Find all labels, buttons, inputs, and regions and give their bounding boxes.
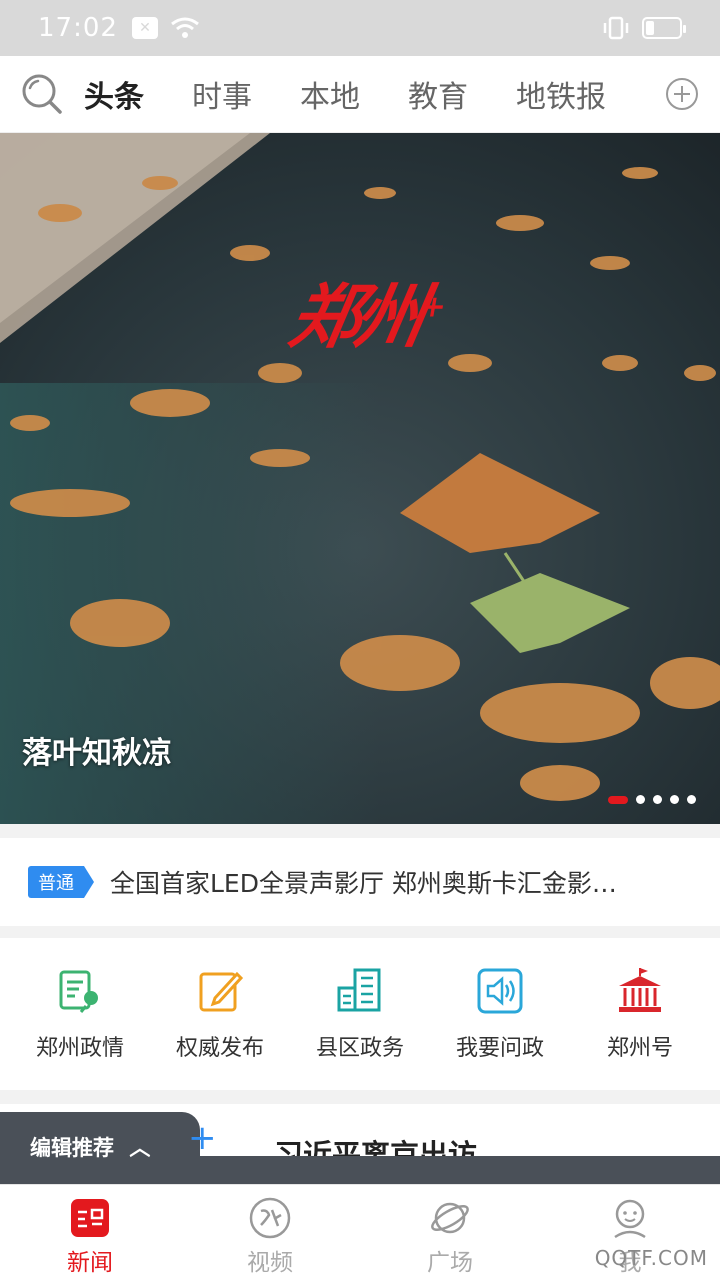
microphone-doc-icon <box>59 970 98 1013</box>
battery-icon <box>642 17 686 39</box>
watermark: QQTF.COM <box>594 1246 708 1270</box>
quick-link-label: 县区政务 <box>315 1036 404 1061</box>
tab-headlines[interactable]: 头条 <box>84 72 144 116</box>
quick-link-label: 权威发布 <box>175 1036 264 1061</box>
news-ticker[interactable]: 普通 全国首家LED全景声影厅 郑州奥斯卡汇金影… <box>0 838 720 926</box>
building-icon <box>337 968 381 1012</box>
quick-link-ask-government[interactable]: 我要问政 <box>435 966 565 1062</box>
carousel-dot[interactable] <box>670 795 679 804</box>
speaker-icon <box>477 968 523 1014</box>
news-icon <box>71 1199 109 1237</box>
quick-link-label: 郑州政情 <box>35 1036 124 1061</box>
bottom-nav-square[interactable]: 广场 <box>360 1185 540 1280</box>
bottom-nav-label: 视频 <box>247 1250 293 1276</box>
user-icon <box>614 1199 646 1239</box>
search-icon <box>22 74 62 114</box>
add-channel-button[interactable] <box>654 56 710 133</box>
notification-icon: ✕ <box>131 17 158 39</box>
editor-section: 习近平离京出访 编辑推荐 ︿ + <box>0 1104 720 1184</box>
carousel-dot[interactable] <box>608 795 628 804</box>
quick-link-county-affairs[interactable]: 县区政务 <box>295 966 425 1062</box>
bottom-nav: 新闻 视频 广场 我 QQTF.COM <box>0 1184 720 1280</box>
carousel-dot[interactable] <box>653 795 662 804</box>
quick-link-label: 郑州号 <box>606 1036 673 1061</box>
bottom-nav-label: 广场 <box>427 1250 473 1276</box>
hall-icon <box>619 968 661 1012</box>
quick-link-label: 我要问政 <box>455 1036 544 1061</box>
app-screen: 17:02 ✕ 头条 时事 本地 教育 地铁报 郑州+ 落叶知秋凉 普通 全国首… <box>0 0 720 1280</box>
wifi-icon <box>171 17 199 38</box>
edit-icon <box>199 971 244 1012</box>
tab-current-affairs[interactable]: 时事 <box>192 72 252 116</box>
bottom-nav-news[interactable]: 新闻 <box>0 1185 180 1280</box>
search-button[interactable] <box>0 56 84 133</box>
ticker-text[interactable]: 全国首家LED全景声影厅 郑州奥斯卡汇金影… <box>110 864 617 900</box>
channel-tabs: 头条 时事 本地 教育 地铁报 <box>84 72 654 116</box>
bottom-nav-label: 新闻 <box>67 1250 113 1276</box>
tab-education[interactable]: 教育 <box>408 72 468 116</box>
hero-logo: 郑州+ <box>283 261 454 362</box>
video-icon <box>249 1197 291 1239</box>
carousel-dot[interactable] <box>687 795 696 804</box>
expand-plus-icon[interactable]: + <box>188 1118 217 1158</box>
quick-link-zhengzhou-account[interactable]: 郑州号 <box>575 966 705 1062</box>
editor-tab-label: 编辑推荐 <box>30 1136 114 1160</box>
bottom-nav-video[interactable]: 视频 <box>180 1185 360 1280</box>
status-time: 17:02 <box>38 13 118 43</box>
planet-icon <box>431 1202 469 1234</box>
quick-link-official-release[interactable]: 权威发布 <box>155 966 285 1062</box>
tab-metro-news[interactable]: 地铁报 <box>516 72 606 116</box>
status-icons-right <box>602 16 686 40</box>
carousel-indicator <box>608 795 696 804</box>
chevron-up-icon: ︿ <box>129 1136 151 1160</box>
hero-banner[interactable]: 郑州+ 落叶知秋凉 <box>0 133 720 824</box>
tab-local[interactable]: 本地 <box>300 72 360 116</box>
carousel-dot[interactable] <box>636 795 645 804</box>
quick-links: 郑州政情 权威发布 县区政务 我要问政 郑州号 <box>0 938 720 1090</box>
status-icons-left: ✕ <box>131 16 200 40</box>
top-nav: 头条 时事 本地 教育 地铁报 <box>0 56 720 133</box>
ticker-tag: 普通 <box>28 866 94 898</box>
editor-recommend-tab[interactable]: 编辑推荐 ︿ <box>0 1112 200 1184</box>
quick-link-zhengzhou-politics[interactable]: 郑州政情 <box>15 966 145 1062</box>
hero-image <box>0 133 720 824</box>
status-bar: 17:02 ✕ <box>0 0 720 56</box>
plus-circle-icon <box>666 78 698 110</box>
hero-logo-text: 郑州 <box>283 275 427 358</box>
hero-caption: 落叶知秋凉 <box>22 736 172 771</box>
vibrate-icon <box>603 16 629 40</box>
